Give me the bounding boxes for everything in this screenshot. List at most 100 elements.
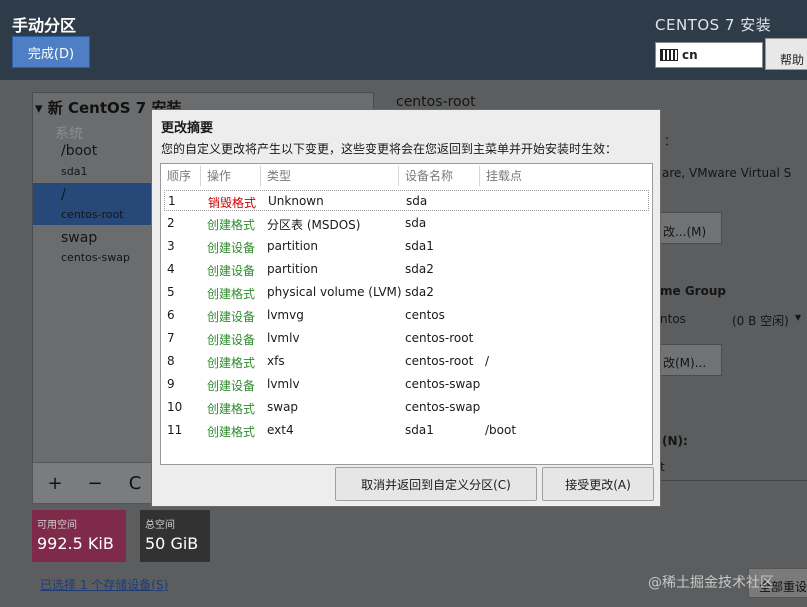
- table-row[interactable]: 4 创建设备 partition sda2: [164, 259, 649, 280]
- column-header-action[interactable]: 操作: [207, 167, 231, 184]
- cell-action: 创建设备: [207, 241, 256, 255]
- accept-changes-button[interactable]: 接受更改(A): [542, 467, 654, 501]
- cell-order: 7: [167, 331, 175, 345]
- table-row[interactable]: 5 创建格式 physical volume (LVM) sda2: [164, 282, 649, 303]
- volume-group-free: (0 B 空闲): [732, 314, 789, 328]
- partition-toolbar: + − C: [32, 462, 158, 504]
- device-description: are, VMware Virtual S: [662, 166, 792, 180]
- cell-device: centos-swap: [405, 377, 481, 391]
- column-header-device[interactable]: 设备名称: [405, 167, 453, 184]
- cell-action: 创建设备: [207, 333, 256, 347]
- cancel-and-return-button[interactable]: 取消并返回到自定义分区(C): [335, 467, 537, 501]
- keyboard-icon: [660, 49, 678, 61]
- cell-device: centos: [405, 308, 445, 322]
- cell-order: 11: [167, 423, 183, 437]
- summary-of-changes-dialog: 更改摘要 您的自定义更改将产生以下变更，这些变更将会在您返回到主菜单并开始安装时…: [151, 109, 661, 507]
- keyboard-layout-label: cn: [682, 48, 698, 62]
- cell-device: sda2: [405, 262, 434, 276]
- help-button[interactable]: 帮助: [765, 38, 807, 70]
- cell-type: ext4: [267, 423, 294, 437]
- name-field-label: (N):: [662, 434, 688, 448]
- watermark: @稀土掘金技术社区: [648, 575, 774, 591]
- volume-group-label: me Group: [660, 284, 726, 298]
- cell-action: 创建格式: [207, 402, 256, 416]
- cell-action: 创建格式: [207, 287, 256, 301]
- cell-action: 创建设备: [207, 379, 256, 393]
- expander-icon[interactable]: ▾: [35, 99, 43, 117]
- chevron-down-icon: ▾: [795, 310, 802, 324]
- table-row[interactable]: 3 创建设备 partition sda1: [164, 236, 649, 257]
- refresh-button[interactable]: C: [115, 463, 155, 503]
- cell-order: 2: [167, 216, 175, 230]
- cell-order: 1: [168, 194, 176, 208]
- remove-mount-point-button[interactable]: −: [75, 463, 115, 503]
- mount-item-root-name[interactable]: /: [61, 187, 66, 203]
- selected-storage-link[interactable]: 已选择 1 个存储设备(S): [40, 576, 168, 593]
- cell-action: 创建格式: [207, 218, 256, 232]
- mount-item-boot-device: sda1: [61, 165, 88, 178]
- cell-type: Unknown: [268, 194, 324, 208]
- column-header-type[interactable]: 类型: [267, 167, 291, 184]
- cell-order: 5: [167, 285, 175, 299]
- table-row[interactable]: 11 创建格式 ext4 sda1/boot: [164, 420, 649, 441]
- cell-type: physical volume (LVM): [267, 285, 402, 299]
- mount-item-boot-name[interactable]: /boot: [61, 143, 97, 159]
- page-title: 手动分区: [12, 16, 77, 35]
- keyboard-layout-indicator[interactable]: cn: [655, 42, 763, 68]
- changes-table: 顺序 操作 类型 设备名称 挂载点 1 销毁格式 Unknown sda 2 创建格式 分区…: [160, 163, 653, 465]
- table-row[interactable]: 1 销毁格式 Unknown sda: [164, 190, 649, 211]
- cell-order: 10: [167, 400, 183, 414]
- table-row[interactable]: 10 创建格式 swap centos-swap: [164, 397, 649, 418]
- cell-order: 8: [167, 354, 175, 368]
- modify-volume-group-button[interactable]: 改(M)...: [652, 344, 722, 376]
- cell-device: centos-root: [405, 354, 474, 368]
- total-space-label: 总空间: [145, 520, 175, 531]
- cell-type: lvmlv: [267, 331, 300, 345]
- cell-type: swap: [267, 400, 299, 414]
- available-space-value: 992.5 KiB: [37, 534, 114, 553]
- cell-device: sda1: [405, 423, 434, 437]
- cell-device: centos-root: [405, 331, 474, 345]
- volume-group-name: ntos: [660, 312, 686, 326]
- modify-device-button[interactable]: 改...(M): [652, 212, 722, 244]
- cell-type: lvmlv: [267, 377, 300, 391]
- add-mount-point-button[interactable]: +: [35, 463, 75, 503]
- cell-order: 4: [167, 262, 175, 276]
- cell-device: centos-swap: [405, 400, 481, 414]
- available-space-label: 可用空间: [37, 520, 77, 531]
- name-field[interactable]: t: [650, 454, 807, 481]
- cell-device: sda: [406, 194, 428, 208]
- cell-type: partition: [267, 239, 318, 253]
- dialog-description: 您的自定义更改将产生以下变更，这些变更将会在您返回到主菜单并开始安装时生效：: [161, 142, 618, 156]
- table-row[interactable]: 9 创建设备 lvmlv centos-swap: [164, 374, 649, 395]
- cell-order: 6: [167, 308, 175, 322]
- column-header-mount-point[interactable]: 挂载点: [486, 167, 522, 184]
- mount-item-swap-device: centos-swap: [61, 251, 130, 264]
- cell-device: sda1: [405, 239, 434, 253]
- device-label-colon: ：: [664, 134, 677, 148]
- system-section-label: 系统: [55, 126, 83, 142]
- column-header-order[interactable]: 顺序: [167, 167, 191, 184]
- cell-action: 销毁格式: [208, 196, 257, 210]
- table-row[interactable]: 8 创建格式 xfs centos-root /: [164, 351, 649, 372]
- cell-type: xfs: [267, 354, 285, 368]
- mount-item-root-device: centos-root: [61, 208, 124, 221]
- cell-action: 创建格式: [207, 356, 256, 370]
- volume-group-select[interactable]: ntos (0 B 空闲) ▾: [650, 306, 807, 334]
- cell-mount: /: [485, 354, 490, 368]
- done-button[interactable]: 完成(D): [12, 36, 90, 68]
- cell-device: sda2: [405, 285, 434, 299]
- cell-order: 9: [167, 377, 175, 391]
- table-row[interactable]: 7 创建设备 lvmlv centos-root: [164, 328, 649, 349]
- cell-type: partition: [267, 262, 318, 276]
- dialog-title: 更改摘要: [161, 121, 214, 136]
- table-row[interactable]: 6 创建设备 lvmvg centos: [164, 305, 649, 326]
- cell-action: 创建格式: [207, 425, 256, 439]
- mount-item-swap-name[interactable]: swap: [61, 230, 97, 246]
- table-row[interactable]: 2 创建格式 分区表 (MSDOS) sda: [164, 213, 649, 234]
- cell-action: 创建设备: [207, 264, 256, 278]
- cell-mount: /boot: [485, 423, 517, 437]
- top-header: 手动分区 完成(D) CENTOS 7 安装 cn 帮助: [0, 0, 807, 80]
- installer-title: CENTOS 7 安装: [655, 16, 772, 34]
- selected-mount-title: centos-root: [396, 94, 476, 110]
